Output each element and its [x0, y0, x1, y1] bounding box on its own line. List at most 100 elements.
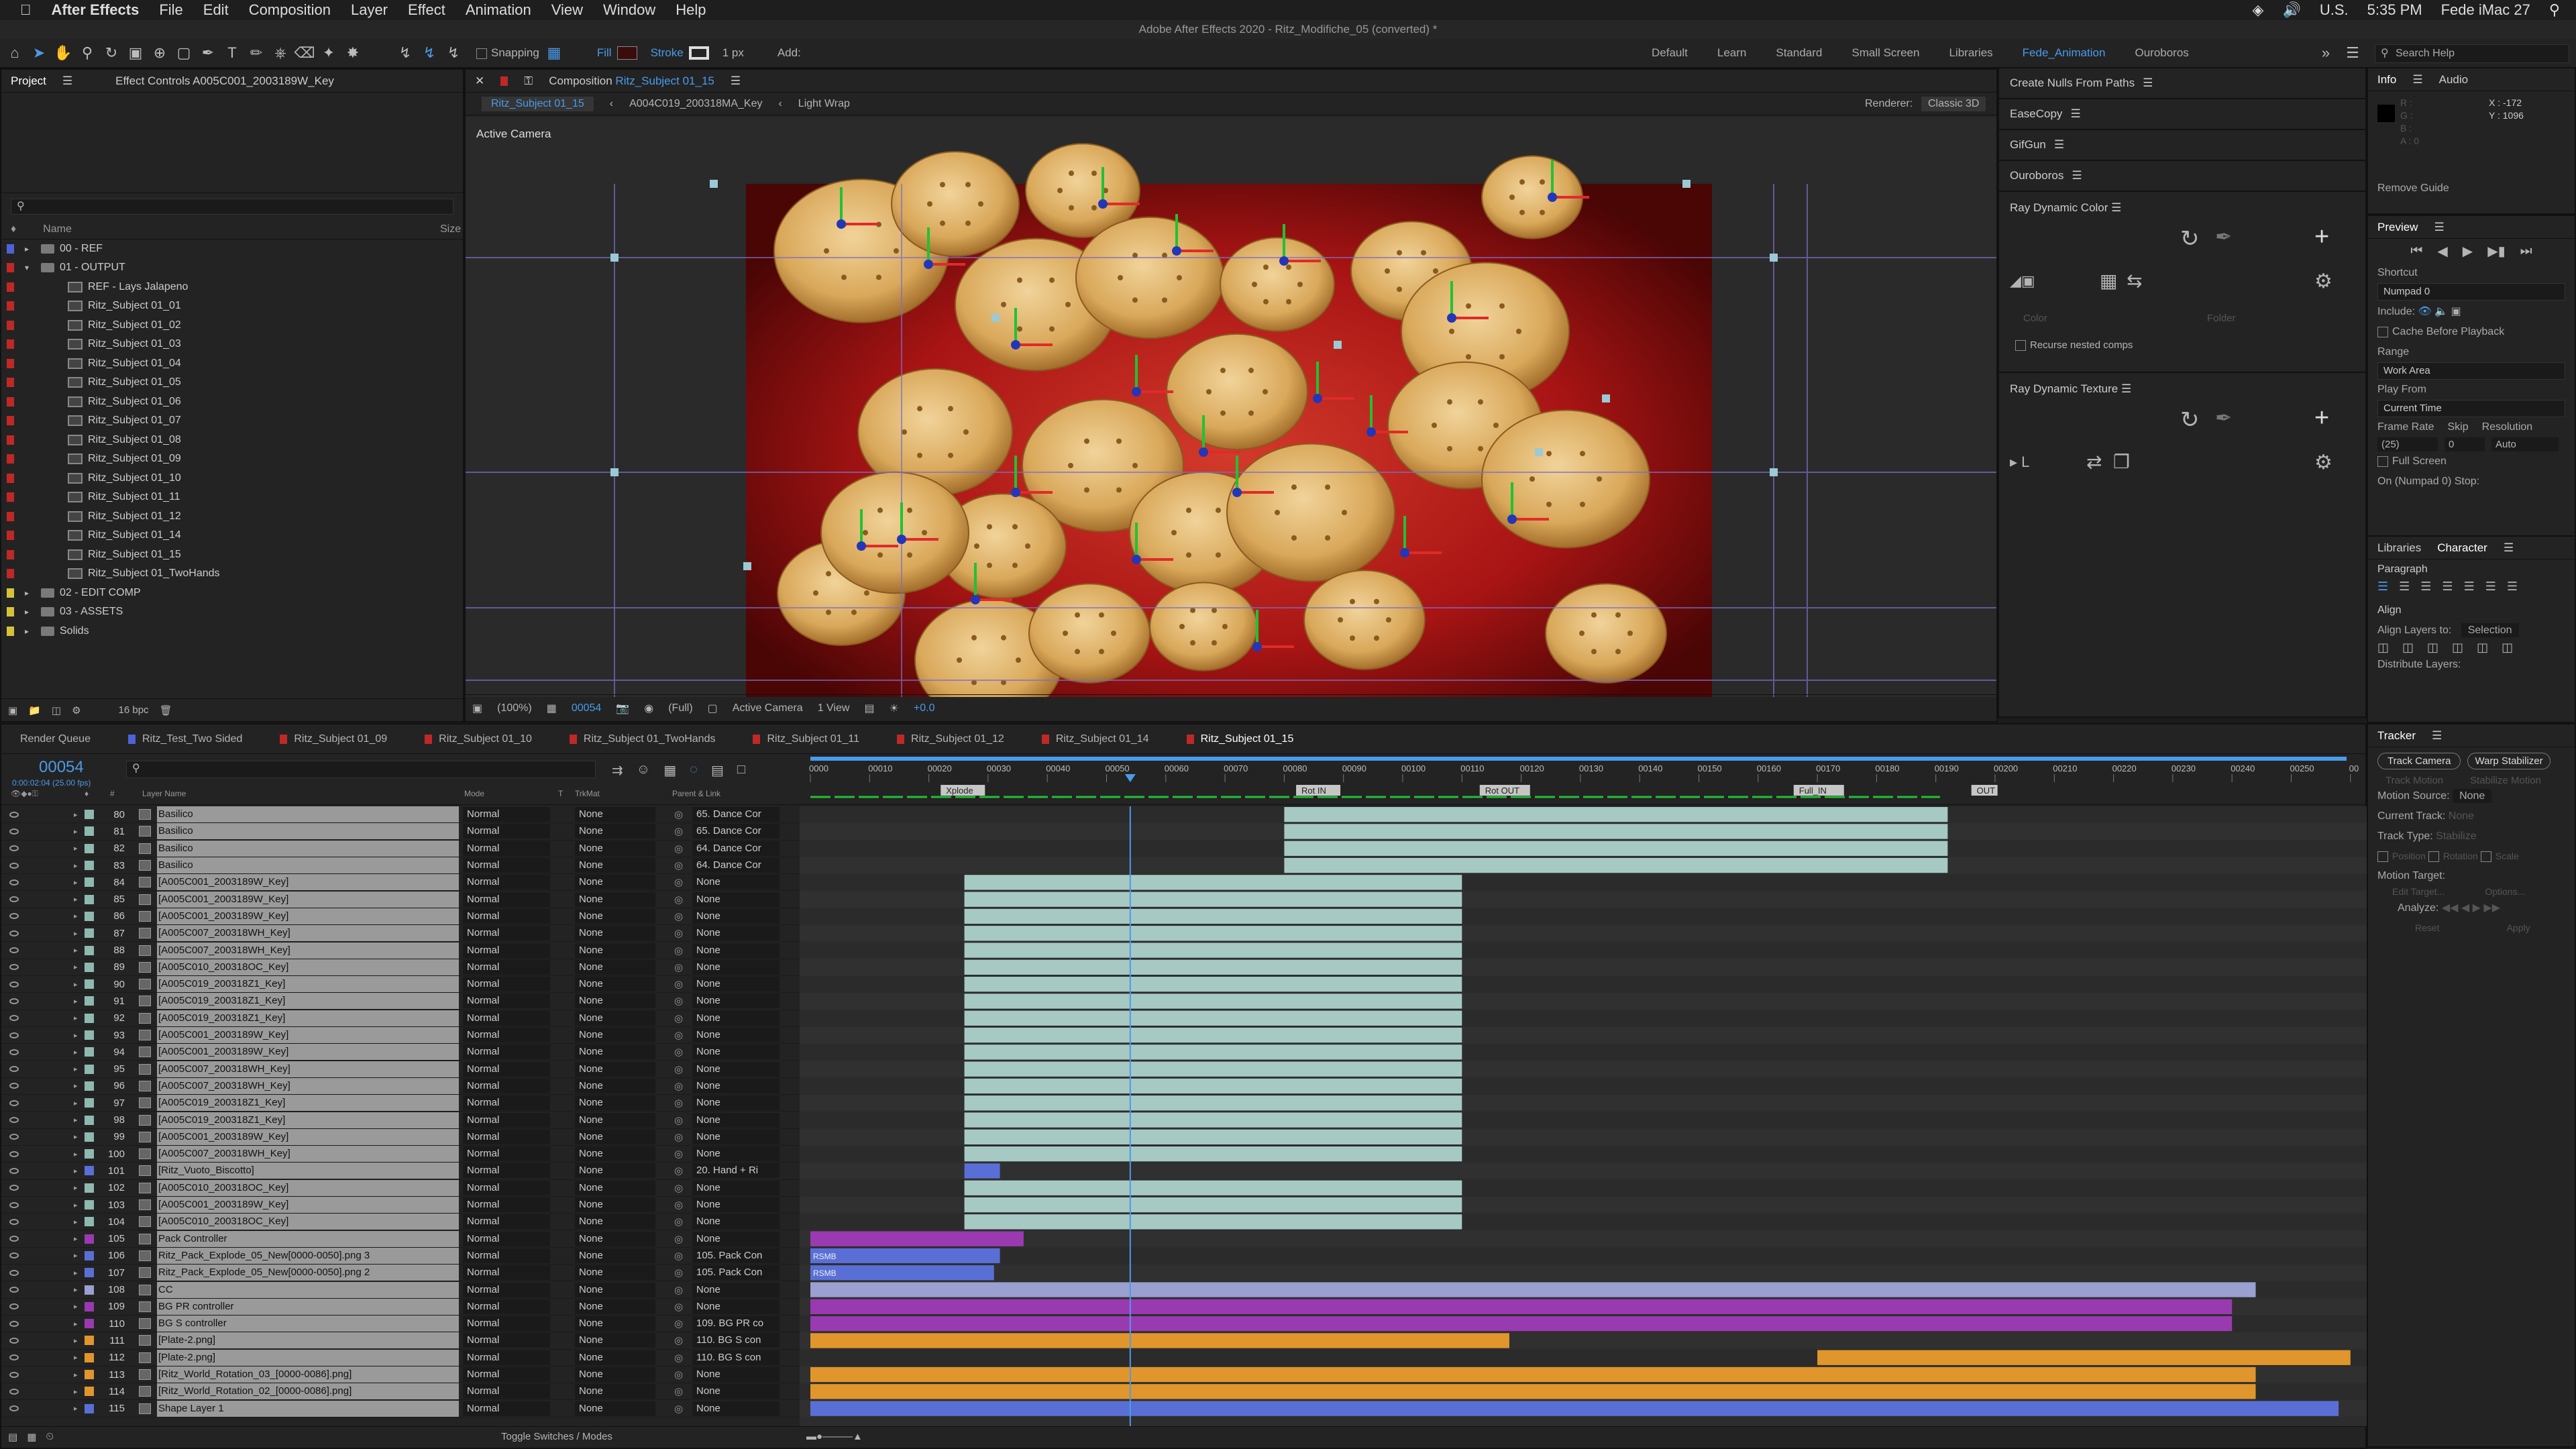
pickwhip-icon[interactable]: ◎ [674, 876, 683, 888]
layer-name[interactable]: [Ritz_World_Rotation_02_[0000-0086].png] [157, 1383, 459, 1400]
label-color[interactable] [7, 492, 14, 502]
visibility-eye-icon[interactable] [9, 947, 19, 954]
layer-name[interactable]: Shape Layer 1 [157, 1400, 459, 1417]
visibility-eye-icon[interactable] [9, 1218, 19, 1225]
blend-mode-select[interactable]: Normal [463, 994, 550, 1009]
type-tool-icon[interactable]: T [223, 44, 241, 62]
layer-color-label[interactable] [85, 928, 94, 938]
project-item[interactable]: Ritz_Subject 01_07 [1, 411, 463, 431]
pickwhip-icon[interactable]: ◎ [674, 1301, 683, 1313]
renderer-select[interactable]: Classic 3D [1921, 96, 1986, 111]
layer-color-label[interactable] [85, 1352, 94, 1362]
layer-name[interactable]: Ritz_Pack_Explode_05_New[0000-0050].png … [157, 1265, 459, 1281]
layer-color-label[interactable] [85, 1301, 94, 1311]
swap-icon[interactable]: ⇆ [2127, 270, 2142, 292]
pen-tool-icon[interactable]: ✒ [199, 44, 217, 62]
blend-mode-select[interactable]: Normal [463, 1180, 550, 1195]
trkmat-select[interactable]: None [575, 1078, 655, 1093]
menu-edit[interactable]: Edit [203, 1, 229, 19]
menu-composition[interactable]: Composition [249, 1, 331, 19]
scale-check-icon[interactable] [2480, 851, 2491, 863]
ray-color-menu-icon[interactable]: ☰ [2111, 201, 2121, 214]
layer-name[interactable]: [A005C007_200318WH_Key] [157, 925, 459, 942]
layer-row[interactable]: ▸ 98 [A005C019_200318Z1_Key] Normal None ◎ Non… [1, 1112, 800, 1129]
parent-select[interactable]: None [692, 977, 780, 992]
ray-color-settings-icon[interactable]: ⚙ [2314, 270, 2332, 293]
layer-row[interactable]: ▸ 97 [A005C019_200318Z1_Key] Normal None ◎ Non… [1, 1095, 800, 1112]
layer-row[interactable]: ▸ 115 Shape Layer 1 Normal None ◎ None [1, 1400, 800, 1417]
trkmat-select[interactable]: None [575, 1316, 655, 1332]
comp-flowchart-icon[interactable]: ⇉ [612, 762, 623, 779]
ray-texture-menu-icon[interactable]: ☰ [2121, 382, 2131, 395]
pickwhip-icon[interactable]: ◎ [674, 961, 683, 973]
tab-info[interactable]: Info [2377, 73, 2396, 87]
graph-editor-icon[interactable]: ▤ [711, 762, 724, 779]
trkmat-select[interactable]: None [575, 1350, 655, 1365]
parent-select[interactable]: None [692, 1282, 780, 1297]
layer-row[interactable]: ▸ 94 [A005C001_2003189W_Key] Normal None ◎ Non… [1, 1044, 800, 1061]
trkmat-select[interactable]: None [575, 1146, 655, 1162]
expand-modes-icon[interactable]: ▦ [27, 1431, 36, 1443]
justify-all-icon[interactable]: ☰ [2507, 580, 2518, 594]
tab-libraries[interactable]: Libraries [2377, 541, 2421, 555]
trkmat-select[interactable]: None [575, 1265, 655, 1281]
toggle-switches-modes[interactable]: Toggle Switches / Modes [501, 1431, 612, 1442]
layer-color-label[interactable] [85, 1132, 94, 1142]
project-item[interactable]: Ritz_Subject 01_04 [1, 354, 463, 374]
parent-select[interactable]: None [692, 1401, 780, 1416]
current-track-select[interactable]: None [2449, 810, 2474, 822]
layer-row[interactable]: ▸ 89 [A005C010_200318OC_Key] Normal None ◎ Non… [1, 959, 800, 976]
expand-chevron-icon[interactable]: ▸ [74, 1404, 78, 1413]
pickwhip-icon[interactable]: ◎ [674, 1267, 683, 1279]
timeline-search-input[interactable]: ⚲ [126, 761, 596, 778]
expand-chevron-icon[interactable]: ▸ [74, 1065, 78, 1073]
pickwhip-icon[interactable]: ◎ [674, 1097, 683, 1109]
justify-right-icon[interactable]: ☰ [2485, 580, 2496, 594]
label-color[interactable] [7, 396, 14, 407]
layer-color-label[interactable] [85, 1370, 94, 1380]
workspace-6[interactable]: Ouroboros [2120, 46, 2203, 60]
trkmat-select[interactable]: None [575, 1299, 655, 1314]
layer-name[interactable]: [Ritz_Vuoto_Biscotto] [157, 1163, 459, 1179]
cache-checkbox[interactable]: Cache Before Playback [2368, 322, 2575, 342]
parent-select[interactable]: 20. Hand + Ri [692, 1163, 780, 1179]
layer-row[interactable]: ▸ 81 Basilico Normal None ◎ 65. Dance Cor [1, 823, 800, 841]
settings-icon[interactable]: ⚙ [72, 704, 80, 716]
expand-chevron-icon[interactable]: ▸ [74, 844, 78, 853]
expand-chevron-icon[interactable]: ▸ [74, 1031, 78, 1040]
visibility-eye-icon[interactable] [9, 1066, 19, 1073]
align-left-icon[interactable]: ☰ [2377, 580, 2388, 594]
trkmat-select[interactable]: None [575, 1129, 655, 1144]
layer-name[interactable]: [A005C001_2003189W_Key] [157, 891, 459, 908]
position-check-icon[interactable] [2377, 851, 2388, 863]
pickwhip-icon[interactable]: ◎ [674, 894, 683, 906]
tracker-menu-icon[interactable]: ☰ [2432, 729, 2442, 743]
blend-mode-select[interactable]: Normal [463, 1316, 550, 1332]
blend-mode-select[interactable]: Normal [463, 1061, 550, 1077]
visibility-eye-icon[interactable] [9, 981, 19, 987]
visibility-eye-icon[interactable] [9, 998, 19, 1004]
wifi-icon[interactable]: ◈ [2253, 1, 2264, 19]
expand-chevron-icon[interactable]: ▸ [74, 1302, 78, 1311]
visibility-eye-icon[interactable] [9, 1405, 19, 1412]
roto-brush-icon[interactable]: ✦ [319, 44, 338, 62]
trkmat-select[interactable]: None [575, 943, 655, 958]
search-help-input[interactable]: ⚲ Search Help [2375, 44, 2569, 63]
align-top-icon[interactable]: ◫ [2452, 641, 2463, 655]
grid-icon[interactable]: ▦ [547, 702, 557, 715]
parent-select[interactable]: 64. Dance Cor [692, 841, 780, 856]
expand-chevron-icon[interactable]: ▸ [74, 1285, 78, 1294]
visibility-eye-icon[interactable] [9, 1117, 19, 1124]
blend-mode-select[interactable]: Normal [463, 1197, 550, 1213]
channel-icon[interactable]: ◉ [644, 702, 653, 715]
layer-color-label[interactable] [85, 1183, 94, 1193]
expand-chevron-icon[interactable]: ▸ [74, 1336, 78, 1345]
layer-color-label[interactable] [85, 1166, 94, 1176]
col-name[interactable]: Name [43, 223, 72, 235]
parent-select[interactable]: None [692, 1044, 780, 1060]
layer-name[interactable]: [A005C001_2003189W_Key] [157, 874, 459, 891]
label-color[interactable] [7, 416, 14, 426]
crumb-0[interactable]: Ritz_Subject 01_15 [482, 96, 594, 111]
camera-tool-icon[interactable]: ▣ [126, 44, 145, 62]
overlay-icon[interactable]: ▣ [2451, 306, 2461, 317]
